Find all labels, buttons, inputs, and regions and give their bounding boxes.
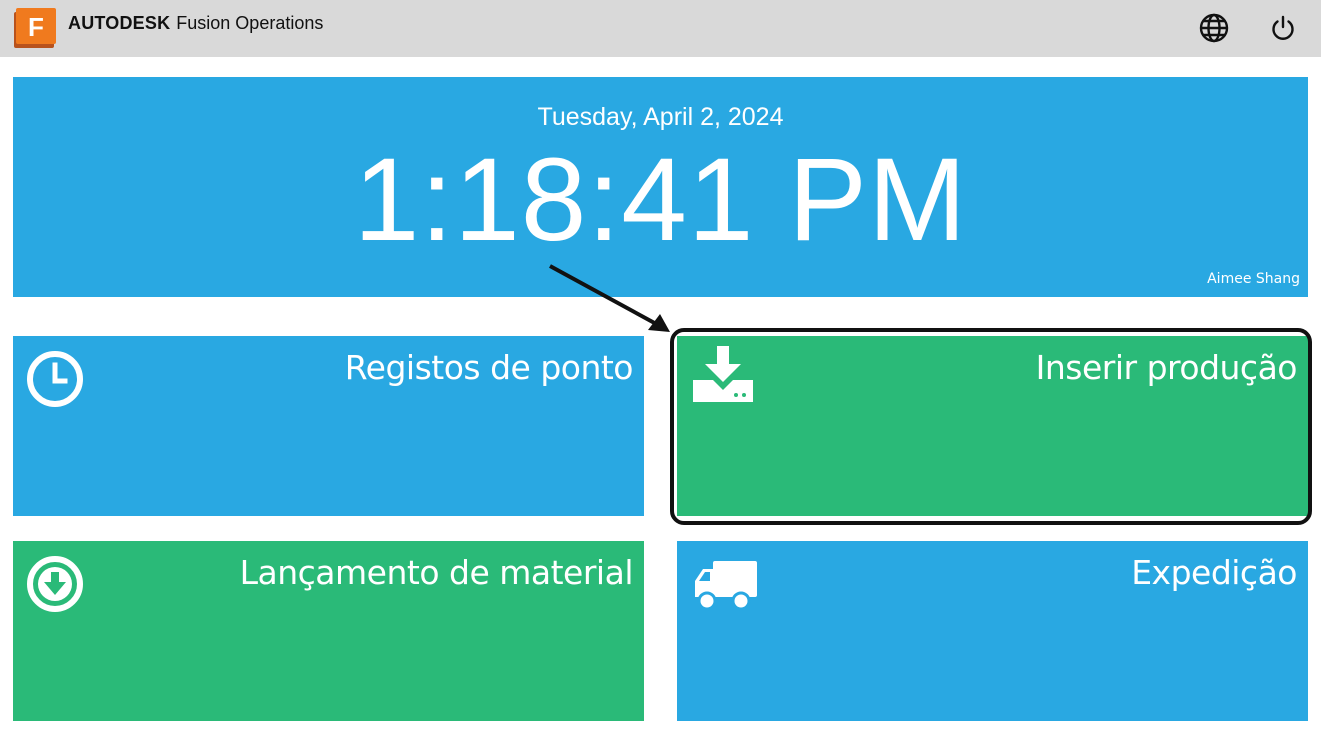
clock-panel: Tuesday, April 2, 2024 1:18:41 PM Aimee … [13,77,1308,297]
language-button[interactable] [1198,12,1230,44]
current-time: 1:18:41 PM [353,134,968,266]
user-name: Aimee Shang [1207,271,1300,287]
tile-inserir-producao[interactable]: Inserir produção [677,336,1308,516]
top-bar: F AUTODESK Fusion Operations [0,0,1321,57]
logo-letter: F [28,12,44,42]
download-tray-icon [691,346,755,409]
app-title: AUTODESK Fusion Operations [68,13,323,34]
logout-button[interactable] [1267,12,1299,44]
fusion-logo-icon: F [14,8,56,48]
download-circle-icon [26,555,84,618]
clock-icon [26,350,84,413]
globe-icon [1199,13,1229,43]
tile-label: Inserir produção [1035,348,1298,387]
tile-registos-de-ponto[interactable]: Registos de ponto [13,336,644,516]
tile-label: Expedição [1131,553,1297,592]
product-name: Fusion Operations [176,13,324,33]
power-icon [1272,15,1294,40]
tile-expedicao[interactable]: Expedição [677,541,1308,721]
tile-label: Lançamento de material [239,553,634,592]
current-date: Tuesday, April 2, 2024 [537,103,784,131]
tile-label: Registos de ponto [344,348,634,387]
truck-icon [693,559,759,618]
tile-lancamento-de-material[interactable]: Lançamento de material [13,541,644,721]
brand-name: AUTODESK [68,13,171,33]
